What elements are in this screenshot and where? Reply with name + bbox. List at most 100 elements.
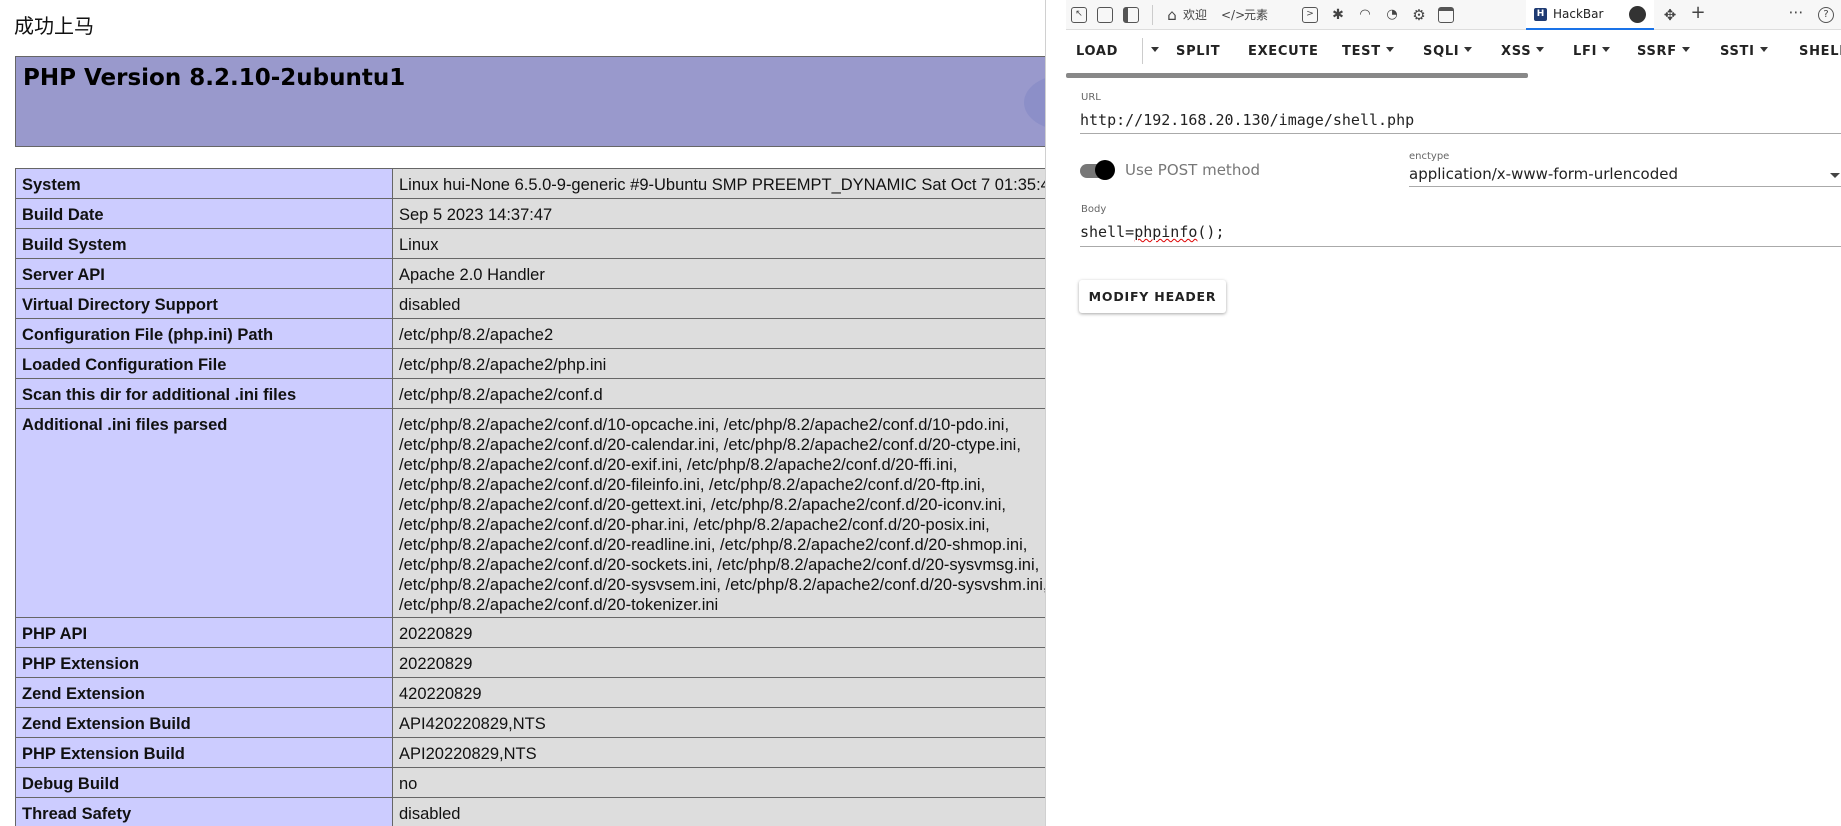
settings-cog-icon[interactable]: ⚙ xyxy=(1411,7,1427,23)
hackbar-toolbar-scroll-indicator[interactable] xyxy=(1066,73,1528,78)
info-value: API420220829,NTS xyxy=(392,707,1045,738)
php-version-title: PHP Version 8.2.10-2ubuntu1 xyxy=(23,65,406,91)
info-key: Configuration File (php.ini) Path xyxy=(15,318,393,349)
table-row: Thread Safety disabled xyxy=(15,797,1045,826)
table-row: Loaded Configuration File/etc/php/8.2/ap… xyxy=(15,348,1045,379)
device-icon[interactable] xyxy=(1097,7,1113,23)
info-value-line: /etc/php/8.2/apache2/conf.d/20-readline.… xyxy=(399,536,1028,554)
post-method-toggle-knob[interactable] xyxy=(1095,160,1115,180)
info-value-line: /etc/php/8.2/apache2/conf.d/20-phar.ini,… xyxy=(399,516,990,534)
info-key: Loaded Configuration File xyxy=(15,348,393,379)
modify-header-button[interactable]: MODIFY HEADER xyxy=(1079,280,1226,313)
info-value-line: /etc/php/8.2/apache2/conf.d/20-calendar.… xyxy=(399,436,1021,454)
table-row: Zend Extension Build API420220829,NTS xyxy=(15,707,1045,738)
info-value: Linux hui-None 6.5.0-9-generic #9-Ubuntu… xyxy=(392,168,1045,199)
execute-button[interactable]: EXECUTE xyxy=(1248,44,1319,59)
info-key: Virtual Directory Support xyxy=(15,288,393,319)
load-dropdown-button[interactable] xyxy=(1146,44,1159,59)
performance-icon[interactable]: ◔ xyxy=(1384,7,1400,23)
info-value-line: /etc/php/8.2/apache2/conf.d/20-sockets.i… xyxy=(399,556,1040,574)
url-label: URL xyxy=(1081,92,1101,103)
table-row: Build System Linux xyxy=(15,228,1045,259)
info-key: Additional .ini files parsed xyxy=(15,408,393,618)
body-function: phpinfo xyxy=(1134,223,1198,241)
table-row: Server API Apache 2.0 Handler xyxy=(15,258,1045,289)
chevron-down-icon xyxy=(1151,47,1159,52)
tab-welcome[interactable]: 欢迎 xyxy=(1183,6,1207,23)
info-key: Scan this dir for additional .ini files xyxy=(15,378,393,409)
lfi-menu[interactable]: LFI xyxy=(1573,44,1611,59)
inspect-icon[interactable]: ↖ xyxy=(1071,7,1087,23)
info-value-line: /etc/php/8.2/apache2/conf.d/20-gettext.i… xyxy=(399,496,1006,514)
table-row: Virtual Directory Support disabled xyxy=(15,288,1045,319)
dock-icon[interactable] xyxy=(1123,7,1139,23)
help-icon[interactable]: ? xyxy=(1818,7,1834,23)
ssti-menu-label: SSTI xyxy=(1720,44,1755,59)
table-row: Zend Extension 420220829 xyxy=(15,677,1045,708)
tab-hackbar[interactable]: H HackBar xyxy=(1526,0,1654,30)
console-icon[interactable]: > xyxy=(1302,7,1318,23)
info-value: /etc/php/8.2/apache2/conf.d xyxy=(392,378,1045,409)
info-key: Zend Extension Build xyxy=(15,707,393,738)
body-input-underline xyxy=(1080,246,1841,247)
table-row: Additional .ini files parsed/etc/php/8.2… xyxy=(15,408,1045,618)
table-row: System Linux hui-None 6.5.0-9-generic #9-… xyxy=(15,168,1045,199)
test-menu[interactable]: TEST xyxy=(1342,44,1394,59)
enctype-select[interactable]: application/x-www-form-urlencoded xyxy=(1409,165,1678,183)
table-row: PHP Extension 20220829 xyxy=(15,647,1045,678)
info-value: Sep 5 2023 14:37:47 xyxy=(392,198,1045,229)
body-label: Body xyxy=(1081,204,1107,215)
info-key: Thread Safety xyxy=(15,797,393,826)
info-key: PHP Extension Build xyxy=(15,737,393,768)
info-value: disabled xyxy=(392,288,1045,319)
code-icon[interactable]: </> xyxy=(1221,7,1245,23)
tab-elements[interactable]: 元素 xyxy=(1244,6,1268,23)
load-dropdown-divider xyxy=(1142,38,1143,64)
xss-menu-label: XSS xyxy=(1501,44,1532,59)
url-input[interactable]: http://192.168.20.130/image/shell.php xyxy=(1080,111,1414,129)
info-value-line: /etc/php/8.2/apache2/conf.d/20-tokenizer… xyxy=(399,596,719,614)
info-key: PHP API xyxy=(15,617,393,648)
bug-icon[interactable]: ✱ xyxy=(1330,7,1346,23)
hackbar-logo-icon: H xyxy=(1534,8,1547,21)
ssti-menu[interactable]: SSTI xyxy=(1720,44,1768,59)
add-tab-icon[interactable]: + xyxy=(1690,4,1706,22)
enctype-dropdown-icon[interactable] xyxy=(1830,173,1840,178)
info-value: disabled xyxy=(392,797,1045,826)
home-icon[interactable]: ⌂ xyxy=(1164,7,1180,23)
enctype-label: enctype xyxy=(1409,151,1450,162)
chevron-down-icon xyxy=(1385,47,1394,52)
chevron-down-icon xyxy=(1536,47,1545,52)
info-value: /etc/php/8.2/apache2/php.ini xyxy=(392,348,1045,379)
body-prefix: shell= xyxy=(1080,223,1135,241)
info-key: Debug Build xyxy=(15,767,393,798)
body-input[interactable]: shell=phpinfo(); xyxy=(1080,223,1225,241)
tab-close-icon[interactable] xyxy=(1629,6,1646,23)
table-row: PHP API 20220829 xyxy=(15,617,1045,648)
info-key: Build Date xyxy=(15,198,393,229)
php-logo xyxy=(1024,75,1045,130)
info-key: Server API xyxy=(15,258,393,289)
tab-hackbar-label: HackBar xyxy=(1553,7,1604,21)
info-value: Apache 2.0 Handler xyxy=(392,258,1045,289)
php-info-table: System Linux hui-None 6.5.0-9-generic #9-… xyxy=(15,168,1045,826)
table-row: Scan this dir for additional .ini files /… xyxy=(15,378,1045,409)
extension-icon[interactable]: ✥ xyxy=(1662,7,1678,23)
application-icon[interactable] xyxy=(1438,7,1454,23)
network-icon[interactable]: ◠ xyxy=(1357,7,1373,23)
hackbar-toolbar: LOAD SPLIT EXECUTE TEST SQLI XSS LFI SSR… xyxy=(1066,30,1841,76)
info-key: Zend Extension xyxy=(15,677,393,708)
lfi-menu-label: LFI xyxy=(1573,44,1598,59)
load-button[interactable]: LOAD xyxy=(1076,44,1118,59)
split-button[interactable]: SPLIT xyxy=(1176,44,1220,59)
more-icon[interactable]: ⋯ xyxy=(1788,4,1804,20)
phpinfo-page: 成功上马 PHP Version 8.2.10-2ubuntu1 System L… xyxy=(0,0,1045,826)
shell-menu[interactable]: SHELL xyxy=(1799,44,1841,59)
table-row: Debug Build no xyxy=(15,767,1045,798)
url-input-underline xyxy=(1080,133,1841,134)
ssrf-menu-label: SSRF xyxy=(1637,44,1677,59)
xss-menu[interactable]: XSS xyxy=(1501,44,1545,59)
info-value-line: /etc/php/8.2/apache2/conf.d/20-fileinfo.… xyxy=(399,476,986,494)
ssrf-menu[interactable]: SSRF xyxy=(1637,44,1690,59)
sqli-menu[interactable]: SQLI xyxy=(1423,44,1473,59)
